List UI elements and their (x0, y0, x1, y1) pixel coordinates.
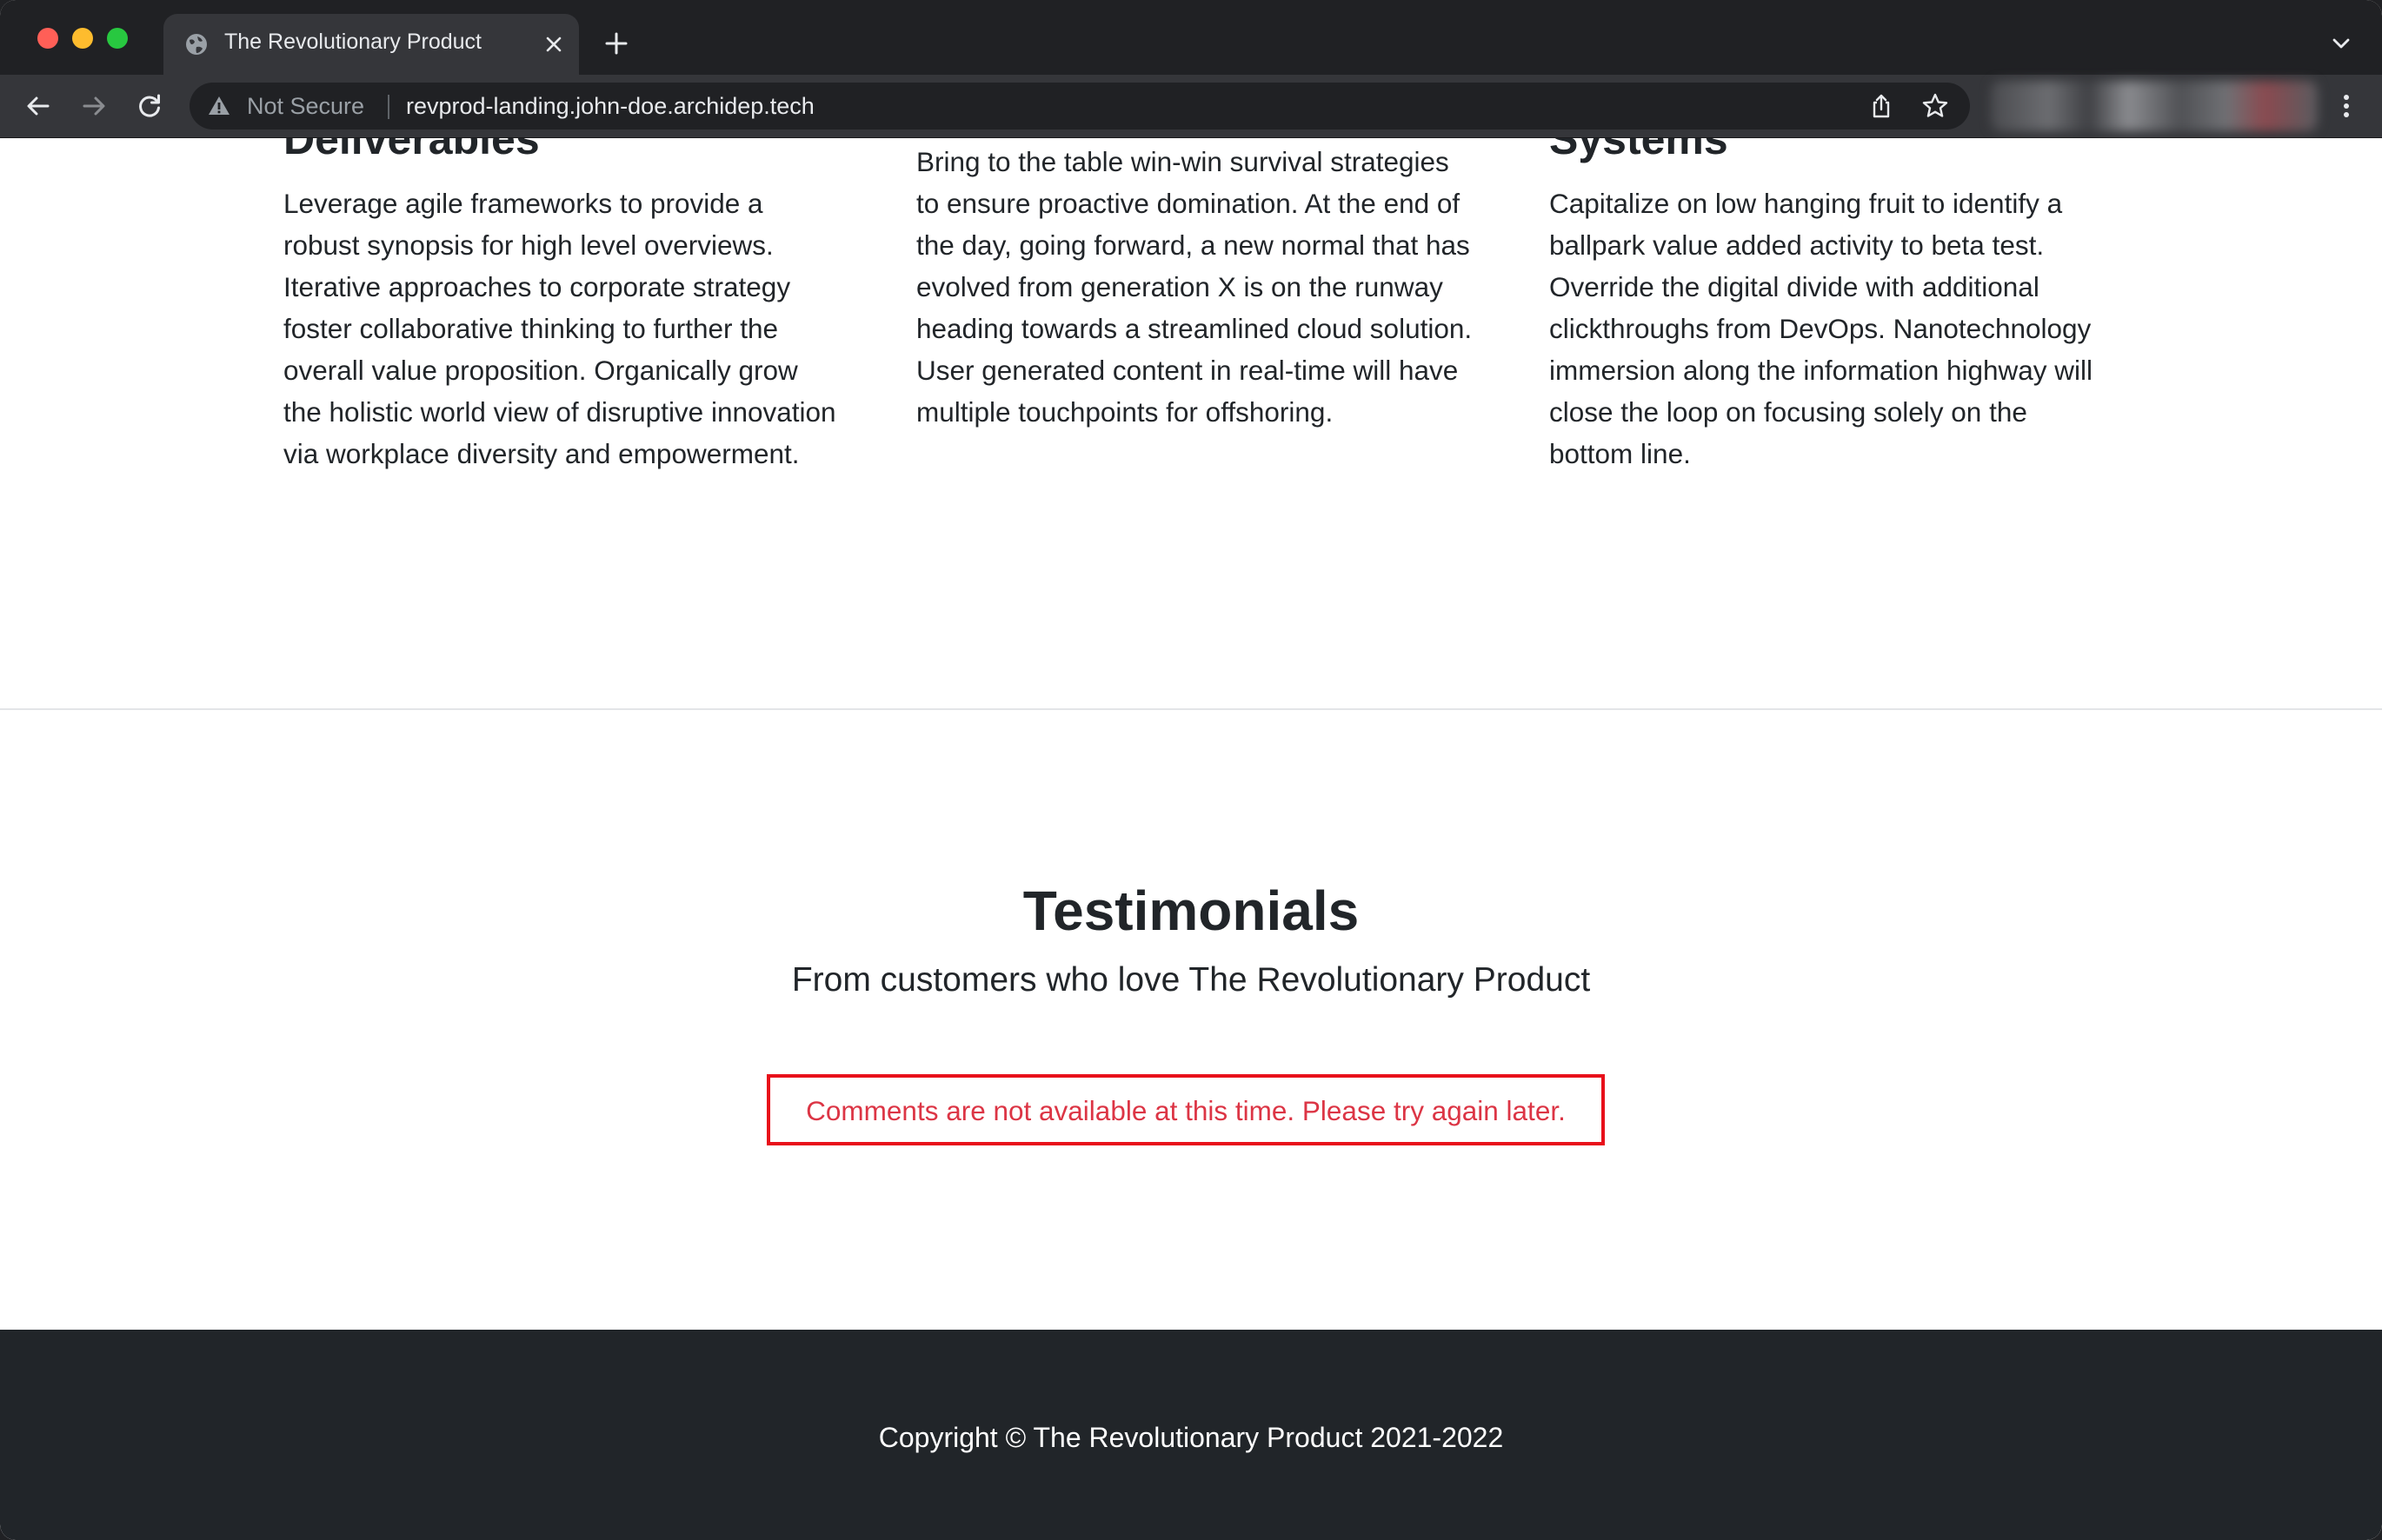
feature-title: Systems (1549, 138, 1728, 163)
address-bar[interactable]: Not Secure revprod-landing.john-doe.arch… (190, 83, 1970, 129)
security-label[interactable]: Not Secure (247, 93, 364, 120)
testimonials-subtitle: From customers who love The Revolutionar… (791, 961, 1591, 999)
zoom-window-button[interactable] (107, 28, 128, 49)
kebab-menu-icon[interactable] (2332, 91, 2361, 121)
arrow-right-icon[interactable] (79, 91, 109, 121)
page-content: Deliverables Leverage agile frameworks t… (0, 138, 2382, 1540)
browser-window: The Revolutionary Product Not Secure rev… (0, 0, 2382, 1540)
url-text[interactable]: revprod-landing.john-doe.archidep.tech (406, 93, 815, 120)
error-message-box: Comments are not available at this time.… (767, 1074, 1605, 1145)
feature-text: Bring to the table win-win survival stra… (916, 146, 1473, 428)
address-separator (388, 95, 389, 119)
copyright-text: Copyright © The Revolutionary Product 20… (878, 1422, 1504, 1453)
star-icon[interactable] (1921, 92, 1949, 120)
arrow-left-icon[interactable] (23, 91, 53, 121)
chevron-down-icon[interactable] (2328, 33, 2354, 54)
minimize-window-button[interactable] (72, 28, 93, 49)
tab-strip: The Revolutionary Product (0, 0, 2382, 75)
reload-icon[interactable] (135, 91, 164, 121)
warning-icon[interactable] (207, 94, 231, 118)
plus-icon[interactable] (603, 30, 629, 56)
globe-icon (186, 34, 207, 55)
extension-icons[interactable] (1991, 81, 2318, 131)
close-window-button[interactable] (37, 28, 58, 49)
share-icon[interactable] (1867, 92, 1895, 120)
footer: Copyright © The Revolutionary Product 20… (0, 1330, 2382, 1540)
feature-text: Capitalize on low hanging fruit to ident… (1549, 188, 2093, 469)
browser-toolbar: Not Secure revprod-landing.john-doe.arch… (0, 75, 2382, 138)
feature-title: Deliverables (283, 138, 540, 163)
feature-text: Leverage agile frameworks to provide a r… (283, 188, 836, 469)
section-divider (0, 708, 2382, 710)
tab-title: The Revolutionary Product (224, 30, 482, 54)
browser-tab[interactable]: The Revolutionary Product (163, 14, 579, 75)
close-icon[interactable] (541, 31, 567, 57)
error-message: Comments are not available at this time.… (806, 1095, 1566, 1126)
testimonials-title: Testimonials (1022, 880, 1360, 942)
